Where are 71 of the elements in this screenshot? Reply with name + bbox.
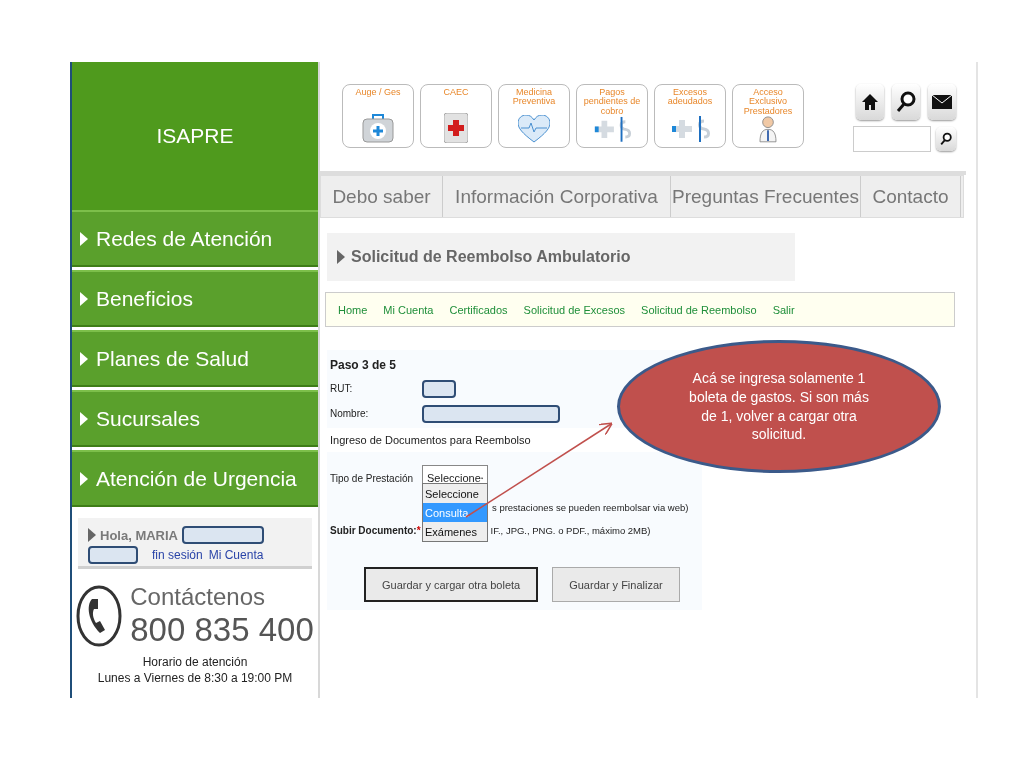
breadcrumb-link[interactable]: Mi Cuenta bbox=[383, 303, 434, 316]
plus-dollar-icon bbox=[670, 115, 710, 143]
redacted-field bbox=[422, 379, 456, 398]
triangle-icon bbox=[337, 250, 345, 264]
triangle-icon bbox=[80, 411, 88, 426]
account-link[interactable]: Mi Cuenta bbox=[208, 548, 264, 562]
field-label: RUT: bbox=[330, 383, 354, 394]
shortcut-label: Medicina Preventiva bbox=[511, 88, 557, 107]
greeting-text: Hola, MARIA bbox=[100, 527, 178, 543]
medical-kit-icon bbox=[362, 113, 394, 143]
hours-text: Lunes a Viernes de 8:30 a 19:00 PM bbox=[97, 671, 293, 685]
shortcut-label: CAEC bbox=[443, 88, 469, 98]
breadcrumb-link[interactable]: Home bbox=[338, 303, 368, 316]
search-icon bbox=[896, 91, 916, 113]
dropdown-option[interactable]: Consulta bbox=[423, 503, 487, 522]
search-icon bbox=[940, 132, 952, 146]
shortcut-tile[interactable]: Acceso Exclusivo Prestadores bbox=[732, 84, 804, 148]
phone-icon bbox=[76, 585, 123, 647]
nav-tab[interactable]: Contacto bbox=[861, 176, 961, 217]
search-button[interactable] bbox=[936, 127, 956, 151]
phone-number: 800 835 400 bbox=[130, 611, 314, 649]
sidebar-menu-item[interactable]: Planes de Salud bbox=[72, 330, 318, 387]
form-button[interactable]: Guardar y cargar otra boleta bbox=[364, 567, 539, 602]
nav-tab[interactable]: Información Corporativa bbox=[443, 176, 671, 217]
triangle-icon bbox=[80, 231, 88, 246]
note-text: s prestaciones se pueden reembolsar via web) bbox=[492, 501, 689, 513]
home-button[interactable] bbox=[856, 84, 884, 120]
breadcrumb-link[interactable]: Solicitud de Reembolso bbox=[641, 303, 757, 316]
breadcrumb-link[interactable]: Salir bbox=[772, 303, 795, 316]
breadcrumb-link[interactable]: Solicitud de Excesos bbox=[523, 303, 626, 316]
breadcrumb-link[interactable]: Certificados bbox=[449, 303, 508, 316]
shortcut-tile[interactable]: Excesos adeudados bbox=[654, 84, 726, 148]
heart-icon bbox=[518, 115, 550, 143]
brand-header: ISAPRE bbox=[72, 62, 318, 210]
form-button[interactable]: Guardar y Finalizar bbox=[552, 567, 680, 602]
step-text: Paso 3 de 5 bbox=[329, 357, 398, 374]
cross-case-icon bbox=[444, 113, 468, 143]
account-link[interactable]: fin sesión bbox=[152, 548, 203, 562]
shortcut-label: Acceso Exclusivo Prestadores bbox=[742, 88, 794, 117]
contact-title: Contáctenos bbox=[130, 583, 266, 611]
home-icon bbox=[861, 93, 879, 111]
shortcut-tile[interactable]: CAEC bbox=[420, 84, 492, 148]
shortcut-label: Auge / Ges bbox=[355, 88, 401, 98]
sidebar-menu-item[interactable]: Beneficios bbox=[72, 270, 318, 327]
shortcut-tile[interactable]: Pagos pendientes de cobro bbox=[576, 84, 648, 148]
triangle-icon bbox=[80, 471, 88, 486]
triangle-icon bbox=[80, 351, 88, 366]
page-title: Solicitud de Reembolso Ambulatorio bbox=[351, 248, 631, 266]
upload-label: Subir Documento:* bbox=[330, 524, 421, 536]
triangle-icon bbox=[88, 528, 96, 542]
field-label: Nombre: bbox=[330, 408, 370, 419]
field-label: Tipo de Prestación bbox=[330, 472, 414, 484]
mail-button[interactable] bbox=[928, 84, 956, 120]
shortcut-tile[interactable]: Auge / Ges bbox=[342, 84, 414, 148]
sidebar-menu-item[interactable]: Atención de Urgencia bbox=[72, 450, 318, 507]
search-field[interactable] bbox=[853, 126, 931, 152]
shortcut-label: Pagos pendientes de cobro bbox=[582, 88, 642, 117]
triangle-icon bbox=[80, 291, 88, 306]
mail-icon bbox=[932, 95, 952, 109]
sidebar-menu-item[interactable]: Redes de Atención bbox=[72, 210, 318, 267]
search-button[interactable] bbox=[892, 84, 920, 120]
sidebar-menu-item[interactable]: Sucursales bbox=[72, 390, 318, 447]
plus-dollar-icon bbox=[592, 116, 632, 143]
doctor-icon bbox=[758, 116, 778, 143]
note-text: IF., JPG., PNG. o PDF., máximo 2MB) bbox=[490, 524, 651, 536]
shortcut-tile[interactable]: Medicina Preventiva bbox=[498, 84, 570, 148]
hours-title: Horario de atención bbox=[142, 655, 248, 669]
shortcut-label: Excesos adeudados bbox=[666, 88, 714, 107]
redacted-field bbox=[88, 546, 138, 564]
nav-tab[interactable]: Preguntas Frecuentes bbox=[671, 176, 861, 217]
nav-tab[interactable]: Debo saber bbox=[321, 176, 443, 217]
